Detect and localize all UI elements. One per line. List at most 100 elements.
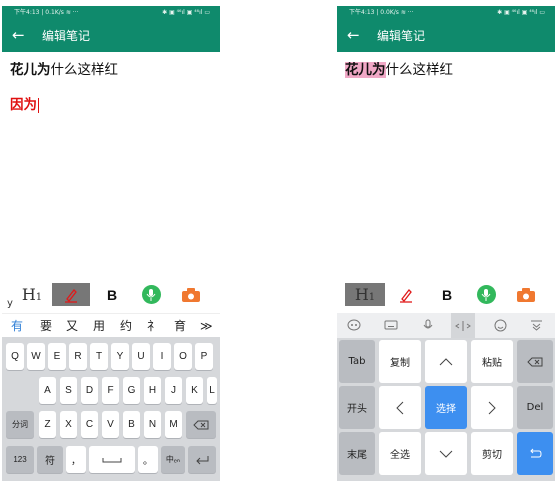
key-e[interactable]: E [48, 343, 66, 370]
chevron-up-icon [439, 357, 453, 365]
highlight-pen-button[interactable] [52, 283, 90, 306]
candidate-item[interactable]: 礻 [147, 318, 159, 334]
voice-button[interactable] [475, 283, 497, 306]
key-b[interactable]: B [123, 411, 140, 438]
status-bar: 下午4:13 | 0.1K/s ≋ ··· ✱ ▣ ⁴⁶ıl ▣ ⁴⁶ıl ▭ [2, 6, 220, 20]
back-arrow-icon[interactable]: ← [347, 25, 360, 45]
camera-icon [182, 287, 200, 302]
note-red-line[interactable]: 因为 [10, 97, 39, 114]
mic-icon [476, 285, 496, 304]
key-a[interactable]: A [39, 377, 56, 404]
cursor-down-key[interactable] [425, 432, 467, 475]
line-start-key[interactable]: 开头 [339, 386, 375, 429]
page-title: 编辑笔记 [377, 29, 426, 43]
key-g[interactable]: G [123, 377, 140, 404]
period-key[interactable]: 。 [138, 446, 158, 473]
candidate-item[interactable]: 又 [66, 318, 78, 334]
numbers-key[interactable]: 123 [6, 446, 34, 473]
emoji-icon[interactable] [491, 317, 509, 333]
key-l[interactable]: L [207, 377, 217, 404]
space-key[interactable] [89, 446, 135, 473]
key-p[interactable]: P [195, 343, 213, 370]
highlight-pen-button[interactable] [387, 283, 425, 306]
ime-logo-icon[interactable] [345, 317, 363, 333]
candidate-item[interactable]: 有 [11, 318, 23, 334]
heading-label: H [21, 285, 36, 304]
camera-icon [517, 287, 535, 302]
pen-icon [400, 288, 412, 303]
key-r[interactable]: R [69, 343, 87, 370]
cursor-right-key[interactable] [471, 386, 513, 429]
key-v[interactable]: V [102, 411, 119, 438]
copy-key[interactable]: 复制 [379, 340, 421, 383]
heading-sub: 1 [35, 291, 43, 303]
key-m[interactable]: M [165, 411, 182, 438]
candidate-expand-button[interactable]: ≫ [200, 318, 213, 334]
selected-text[interactable]: 花儿为 [345, 62, 386, 78]
return-key[interactable] [517, 432, 553, 475]
candidate-item[interactable]: 育 [174, 318, 186, 334]
chevron-left-icon [396, 401, 404, 414]
cursor-up-key[interactable] [425, 340, 467, 383]
key-u[interactable]: U [132, 343, 150, 370]
y-mark: y [7, 298, 13, 309]
keyboard-icon[interactable] [382, 317, 400, 333]
qwerty-keyboard: Q W E R T Y U I O P A S D F G H J K L 分词… [2, 337, 220, 481]
enter-key[interactable] [188, 446, 216, 473]
paste-key[interactable]: 粘贴 [471, 340, 513, 383]
line-end-key[interactable]: 末尾 [339, 432, 375, 475]
bold-button[interactable]: B [437, 283, 457, 306]
language-switch-key[interactable]: 中ₑₙ [161, 446, 185, 473]
key-i[interactable]: I [153, 343, 171, 370]
cursor-move-icon[interactable] [451, 313, 475, 338]
back-arrow-icon[interactable]: ← [12, 25, 25, 45]
heading-sub: 1 [368, 291, 376, 303]
heading-button[interactable]: H1 [345, 283, 385, 306]
key-s[interactable]: S [60, 377, 77, 404]
key-f[interactable]: F [102, 377, 119, 404]
camera-button[interactable] [180, 283, 202, 306]
note-plain-text: 什么这样红 [50, 62, 119, 78]
key-t[interactable]: T [90, 343, 108, 370]
cursor-left-key[interactable] [379, 386, 421, 429]
comma-key[interactable]: ， [66, 446, 86, 473]
format-toolbar: H1 B [337, 280, 555, 310]
key-n[interactable]: N [144, 411, 161, 438]
edit-keyboard: Tab 复制 粘贴 开头 选择 Del 末尾 全选 剪切 [337, 338, 555, 481]
camera-button[interactable] [515, 283, 537, 306]
note-text-line[interactable]: 花儿为什么这样红 [10, 62, 118, 79]
segment-key[interactable]: 分词 [6, 411, 34, 438]
key-j[interactable]: J [165, 377, 182, 404]
key-x[interactable]: X [60, 411, 77, 438]
page-title: 编辑笔记 [42, 29, 91, 43]
voice-button[interactable] [140, 283, 162, 306]
symbols-key[interactable]: 符 [37, 446, 63, 473]
status-icons: ✱ ▣ ⁴⁶ıl ▣ ⁴⁶ıl ▭ [162, 9, 210, 16]
microphone-icon[interactable] [419, 317, 437, 333]
heading-button[interactable]: H1 [20, 283, 44, 306]
key-q[interactable]: Q [6, 343, 24, 370]
candidate-item[interactable]: 要 [40, 318, 52, 334]
key-k[interactable]: K [186, 377, 203, 404]
backspace-icon [193, 420, 209, 429]
select-key[interactable]: 选择 [425, 386, 467, 429]
key-z[interactable]: Z [39, 411, 56, 438]
key-w[interactable]: W [27, 343, 45, 370]
key-y[interactable]: Y [111, 343, 129, 370]
backspace-key[interactable] [517, 340, 553, 383]
candidate-item[interactable]: 约 [120, 318, 132, 334]
tab-key[interactable]: Tab [339, 340, 375, 383]
key-h[interactable]: H [144, 377, 161, 404]
bold-button[interactable]: B [102, 283, 122, 306]
cut-key[interactable]: 剪切 [471, 432, 513, 475]
backspace-key[interactable] [186, 411, 216, 438]
delete-key[interactable]: Del [517, 386, 553, 429]
key-d[interactable]: D [81, 377, 98, 404]
collapse-keyboard-icon[interactable] [527, 317, 545, 333]
note-text-line[interactable]: 花儿为什么这样红 [345, 62, 453, 79]
select-all-key[interactable]: 全选 [379, 432, 421, 475]
key-c[interactable]: C [81, 411, 98, 438]
key-o[interactable]: O [174, 343, 192, 370]
return-icon [530, 448, 542, 457]
candidate-item[interactable]: 用 [93, 318, 105, 334]
